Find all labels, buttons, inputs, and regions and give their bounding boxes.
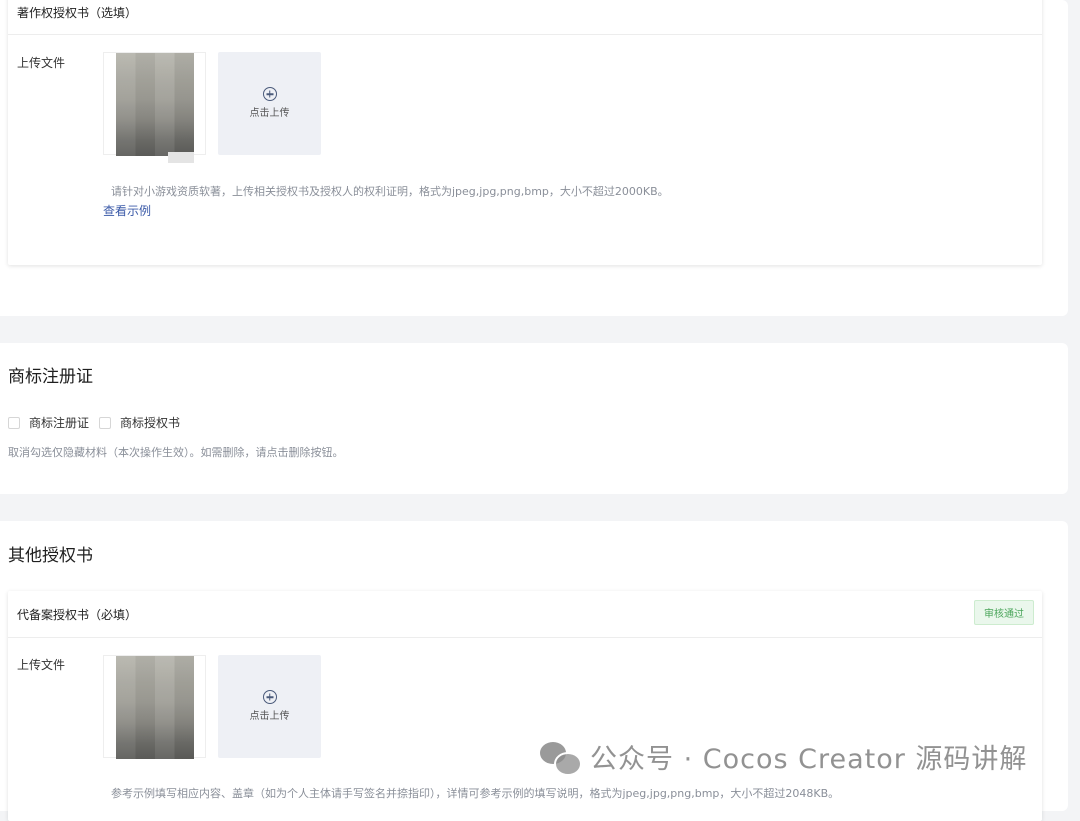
copyright-card-title: 著作权授权书（选填）	[17, 6, 138, 20]
checkbox-box[interactable]	[99, 416, 112, 429]
copyright-hint: 请针对小游戏资质软著，上传相关授权书及授权人的权利证明，格式为jpeg,jpg,…	[111, 185, 669, 198]
checkbox-trademark-authorization[interactable]: 商标授权书	[99, 414, 180, 431]
checkbox-box[interactable]	[8, 416, 20, 429]
view-example-link[interactable]: 查看示例	[103, 202, 151, 219]
plus-circle-icon	[262, 690, 277, 704]
upload-button-label: 点击上传	[249, 108, 290, 119]
checkbox-label: 商标授权书	[120, 416, 181, 430]
trademark-hint: 取消勾选仅隐藏材料（本次操作生效）。如需删除，请点击删除按钮。	[8, 446, 344, 459]
copyright-card: 著作权授权书（选填） 上传文件 点击上传 请针对小游戏资质软著，上传相关授权书及…	[8, 0, 1042, 265]
proxy-hint: 参考示例填写相应内容、盖章（如为个人主体请手写签名并捺指印），详情可参考示例的填…	[111, 787, 840, 800]
proxy-thumbnail-image	[116, 656, 194, 759]
copyright-section: 著作权授权书（选填） 上传文件 点击上传 请针对小游戏资质软著，上传相关授权书及…	[0, 0, 1068, 316]
proxy-filing-card: 代备案授权书（必填） 审核通过 上传文件 点击上传 参考示例填写相应内容、盖章（…	[8, 591, 1042, 821]
proxy-upload-label: 上传文件	[17, 658, 66, 672]
trademark-section: 商标注册证 商标注册证 商标授权书 取消勾选仅隐藏材料（本次操作生效）。如需删除…	[0, 343, 1068, 494]
checkbox-label: 商标注册证	[29, 416, 90, 430]
wechat-watermark: 公众号 · Cocos Creator 源码讲解	[540, 737, 1027, 776]
copyright-card-header: 著作权授权书（选填）	[8, 0, 1042, 35]
copyright-uploaded-thumbnail[interactable]	[103, 52, 206, 163]
proxy-filing-card-header: 代备案授权书（必填） 审核通过	[8, 591, 1042, 638]
copyright-thumbnail-image	[116, 53, 194, 156]
proxy-filing-card-title: 代备案授权书（必填）	[17, 608, 138, 622]
approved-status-badge: 审核通过	[974, 600, 1034, 625]
other-section-title: 其他授权书	[8, 546, 93, 566]
thumbnail-tag	[168, 152, 194, 163]
watermark-text: 公众号 · Cocos Creator 源码讲解	[590, 744, 1028, 775]
plus-circle-icon	[262, 87, 277, 101]
proxy-uploaded-thumbnail[interactable]	[103, 655, 206, 759]
trademark-checkbox-row: 商标注册证 商标授权书	[8, 414, 190, 431]
checkbox-trademark-registration[interactable]: 商标注册证	[8, 414, 89, 431]
trademark-section-title: 商标注册证	[8, 367, 93, 387]
wechat-icon	[540, 740, 582, 776]
copyright-upload-label: 上传文件	[17, 56, 66, 70]
copyright-upload-button[interactable]: 点击上传	[218, 52, 321, 155]
proxy-upload-button[interactable]: 点击上传	[218, 655, 321, 758]
upload-button-label: 点击上传	[249, 711, 290, 722]
